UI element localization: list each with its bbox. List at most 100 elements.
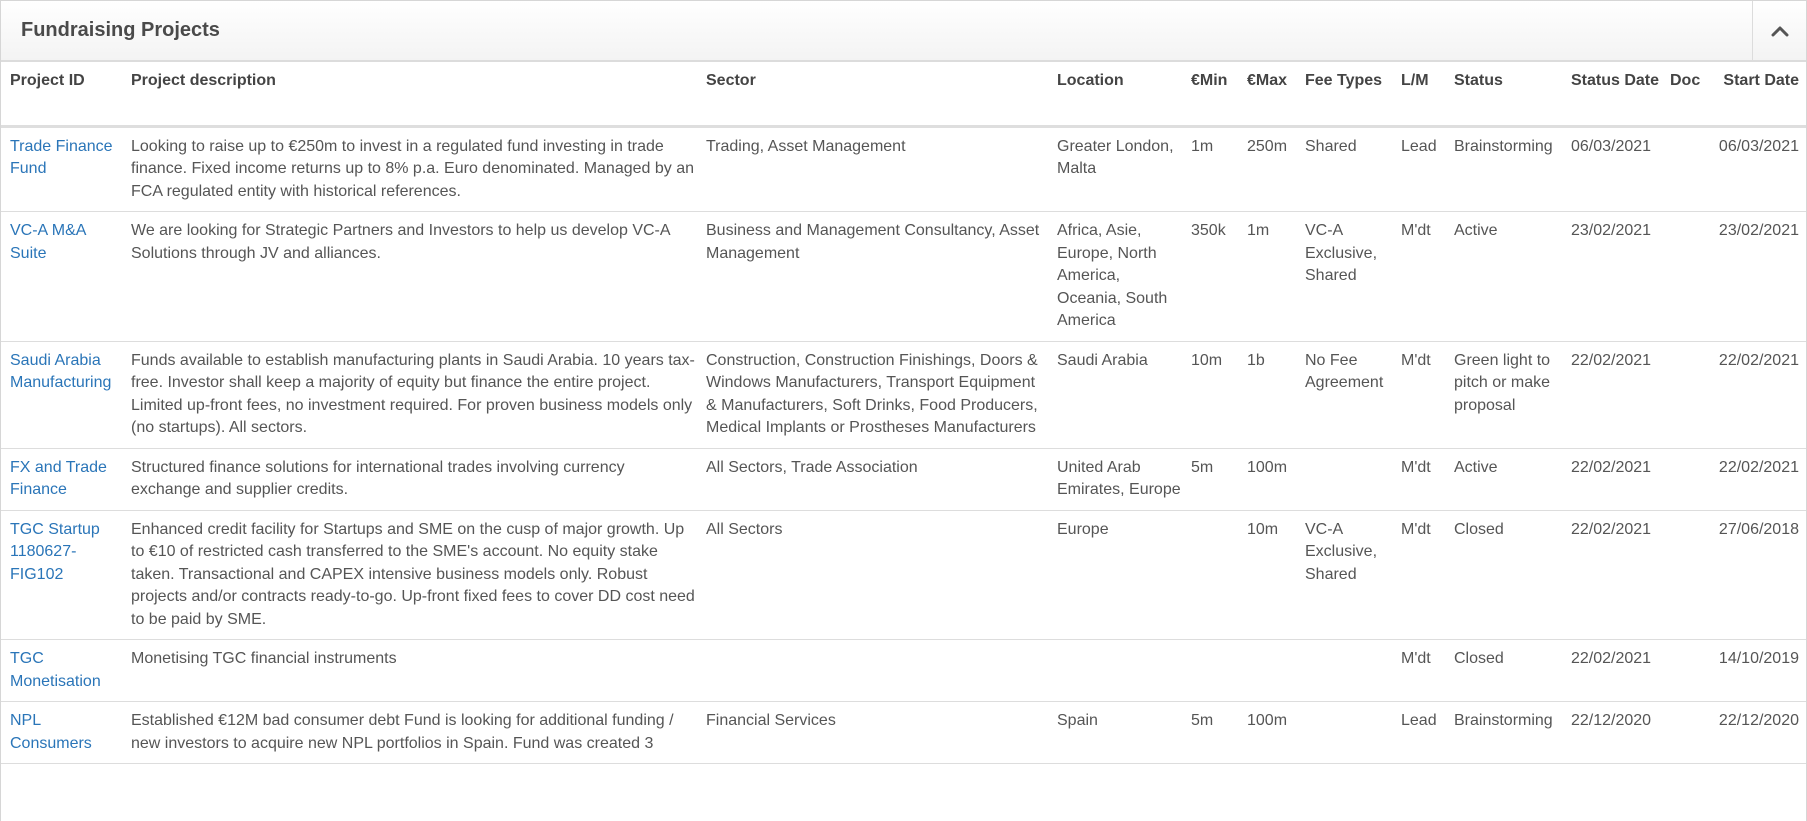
table-row: TGC Monetisation Monetising TGC financial… bbox=[1, 639, 1806, 702]
doc-cell bbox=[1661, 639, 1702, 702]
location-cell: Saudi Arabia bbox=[1048, 341, 1182, 449]
lead-mandate-cell: M'dt bbox=[1392, 341, 1445, 449]
sector-cell: Trading, Asset Management bbox=[697, 126, 1048, 212]
column-header-description[interactable]: Project description bbox=[122, 62, 697, 128]
column-header-max[interactable]: €Max bbox=[1238, 62, 1296, 128]
doc-cell bbox=[1661, 448, 1702, 511]
max-amount-cell: 1m bbox=[1238, 211, 1296, 342]
status-cell: Brainstorming bbox=[1445, 701, 1562, 764]
project-id-cell: TGC Startup 1180627-FIG102 bbox=[1, 510, 122, 640]
fee-types-cell: No Fee Agreement bbox=[1296, 341, 1392, 449]
project-description: We are looking for Strategic Partners an… bbox=[122, 211, 697, 342]
project-description: Funds available to establish manufacturi… bbox=[122, 341, 697, 449]
table-row: FX and Trade Finance Structured finance s… bbox=[1, 448, 1806, 511]
start-date-cell: 27/06/2018 bbox=[1702, 510, 1806, 640]
status-cell: Green light to pitch or make proposal bbox=[1445, 341, 1562, 449]
min-amount-cell: 5m bbox=[1182, 448, 1238, 511]
min-amount-cell bbox=[1182, 639, 1238, 702]
project-id-link[interactable]: FX and Trade Finance bbox=[10, 459, 107, 499]
project-id-cell: FX and Trade Finance bbox=[1, 448, 122, 511]
doc-cell bbox=[1661, 341, 1702, 449]
panel-header: Fundraising Projects bbox=[1, 1, 1806, 62]
fee-types-cell bbox=[1296, 639, 1392, 702]
min-amount-cell bbox=[1182, 510, 1238, 640]
start-date-cell: 22/12/2020 bbox=[1702, 701, 1806, 764]
status-date-cell: 22/02/2021 bbox=[1562, 639, 1661, 702]
status-date-cell: 22/02/2021 bbox=[1562, 448, 1661, 511]
doc-cell bbox=[1661, 211, 1702, 342]
doc-cell bbox=[1661, 126, 1702, 212]
table-row: TGC Startup 1180627-FIG102 Enhanced credi… bbox=[1, 510, 1806, 640]
max-amount-cell: 10m bbox=[1238, 510, 1296, 640]
start-date-cell: 22/02/2021 bbox=[1702, 448, 1806, 511]
project-id-cell: TGC Monetisation bbox=[1, 639, 122, 702]
projects-table: Project ID Project description Sector Lo… bbox=[1, 62, 1806, 764]
lead-mandate-cell: Lead bbox=[1392, 701, 1445, 764]
column-header-fee-types[interactable]: Fee Types bbox=[1296, 62, 1392, 128]
project-description: Enhanced credit facility for Startups an… bbox=[122, 510, 697, 640]
status-date-cell: 22/02/2021 bbox=[1562, 510, 1661, 640]
table-row: Trade Finance Fund Looking to raise up to… bbox=[1, 126, 1806, 212]
project-id-cell: Saudi Arabia Manufacturing bbox=[1, 341, 122, 449]
project-id-link[interactable]: Saudi Arabia Manufacturing bbox=[10, 352, 111, 392]
start-date-cell: 22/02/2021 bbox=[1702, 341, 1806, 449]
project-id-link[interactable]: Trade Finance Fund bbox=[10, 138, 113, 178]
project-id-cell: Trade Finance Fund bbox=[1, 126, 122, 212]
fee-types-cell bbox=[1296, 701, 1392, 764]
column-header-status-date[interactable]: Status Date bbox=[1562, 62, 1661, 128]
location-cell: Africa, Asie, Europe, North America, Oce… bbox=[1048, 211, 1182, 342]
column-header-lm[interactable]: L/M bbox=[1392, 62, 1445, 128]
lead-mandate-cell: M'dt bbox=[1392, 639, 1445, 702]
location-cell bbox=[1048, 639, 1182, 702]
project-id-link[interactable]: NPL Consumers bbox=[10, 712, 92, 752]
status-cell: Closed bbox=[1445, 510, 1562, 640]
status-cell: Brainstorming bbox=[1445, 126, 1562, 212]
column-header-location[interactable]: Location bbox=[1048, 62, 1182, 128]
sector-cell: All Sectors, Trade Association bbox=[697, 448, 1048, 511]
doc-cell bbox=[1661, 701, 1702, 764]
fee-types-cell: Shared bbox=[1296, 126, 1392, 212]
doc-cell bbox=[1661, 510, 1702, 640]
project-id-cell: VC-A M&A Suite bbox=[1, 211, 122, 342]
lead-mandate-cell: M'dt bbox=[1392, 448, 1445, 511]
fee-types-cell bbox=[1296, 448, 1392, 511]
lead-mandate-cell: M'dt bbox=[1392, 510, 1445, 640]
column-header-project-id[interactable]: Project ID bbox=[1, 62, 122, 128]
location-cell: Spain bbox=[1048, 701, 1182, 764]
lead-mandate-cell: Lead bbox=[1392, 126, 1445, 212]
status-date-cell: 06/03/2021 bbox=[1562, 126, 1661, 212]
location-cell: Europe bbox=[1048, 510, 1182, 640]
column-header-min[interactable]: €Min bbox=[1182, 62, 1238, 128]
fee-types-cell: VC-A Exclusive, Shared bbox=[1296, 510, 1392, 640]
column-header-start-date[interactable]: Start Date bbox=[1702, 62, 1806, 128]
max-amount-cell: 250m bbox=[1238, 126, 1296, 212]
max-amount-cell: 1b bbox=[1238, 341, 1296, 449]
column-header-doc[interactable]: Doc bbox=[1661, 62, 1702, 128]
project-id-link[interactable]: TGC Startup 1180627-FIG102 bbox=[10, 521, 100, 583]
project-id-link[interactable]: VC-A M&A Suite bbox=[10, 222, 86, 262]
column-header-sector[interactable]: Sector bbox=[697, 62, 1048, 128]
min-amount-cell: 5m bbox=[1182, 701, 1238, 764]
start-date-cell: 23/02/2021 bbox=[1702, 211, 1806, 342]
max-amount-cell bbox=[1238, 639, 1296, 702]
table-row: Saudi Arabia Manufacturing Funds availabl… bbox=[1, 341, 1806, 449]
collapse-panel-button[interactable] bbox=[1752, 1, 1806, 60]
start-date-cell: 14/10/2019 bbox=[1702, 639, 1806, 702]
start-date-cell: 06/03/2021 bbox=[1702, 126, 1806, 212]
chevron-up-icon bbox=[1771, 25, 1789, 37]
sector-cell bbox=[697, 639, 1048, 702]
status-date-cell: 22/02/2021 bbox=[1562, 341, 1661, 449]
project-description: Structured finance solutions for interna… bbox=[122, 448, 697, 511]
location-cell: Greater London, Malta bbox=[1048, 126, 1182, 212]
min-amount-cell: 350k bbox=[1182, 211, 1238, 342]
project-id-link[interactable]: TGC Monetisation bbox=[10, 650, 101, 690]
column-header-status[interactable]: Status bbox=[1445, 62, 1562, 128]
project-description: Established €12M bad consumer debt Fund … bbox=[122, 701, 697, 764]
min-amount-cell: 1m bbox=[1182, 126, 1238, 212]
sector-cell: Business and Management Consultancy, Ass… bbox=[697, 211, 1048, 342]
max-amount-cell: 100m bbox=[1238, 448, 1296, 511]
sector-cell: All Sectors bbox=[697, 510, 1048, 640]
project-description: Looking to raise up to €250m to invest i… bbox=[122, 126, 697, 212]
sector-cell: Construction, Construction Finishings, D… bbox=[697, 341, 1048, 449]
status-date-cell: 23/02/2021 bbox=[1562, 211, 1661, 342]
